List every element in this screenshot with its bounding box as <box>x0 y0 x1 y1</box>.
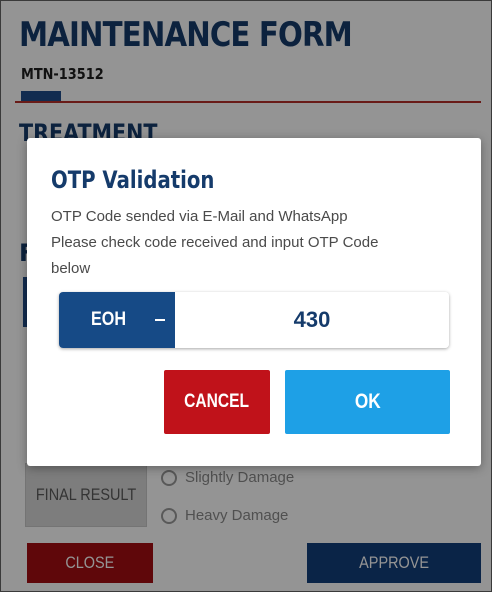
dialog-message-line: below <box>51 260 91 277</box>
dialog-message: OTP Code sended via E-Mail and WhatsApp … <box>51 204 378 282</box>
dialog-title: OTP Validation <box>51 166 215 194</box>
cancel-button[interactable]: CANCEL <box>164 370 270 434</box>
dialog-message-line: Please check code received and input OTP… <box>51 234 379 251</box>
otp-input-group: EOH <box>59 292 449 348</box>
otp-prefix-dash <box>155 319 165 321</box>
ok-button[interactable]: OK <box>285 370 450 434</box>
otp-code-input[interactable] <box>175 292 449 348</box>
maintenance-form-screen: MAINTENANCE FORM MTN-13512 TREATMENT F F… <box>0 0 492 592</box>
otp-validation-dialog: OTP Validation OTP Code sended via E-Mai… <box>27 138 481 466</box>
dialog-message-line: OTP Code sended via E-Mail and WhatsApp <box>51 208 348 225</box>
otp-prefix-code: EOH <box>91 309 127 330</box>
otp-prefix: EOH <box>59 292 175 348</box>
